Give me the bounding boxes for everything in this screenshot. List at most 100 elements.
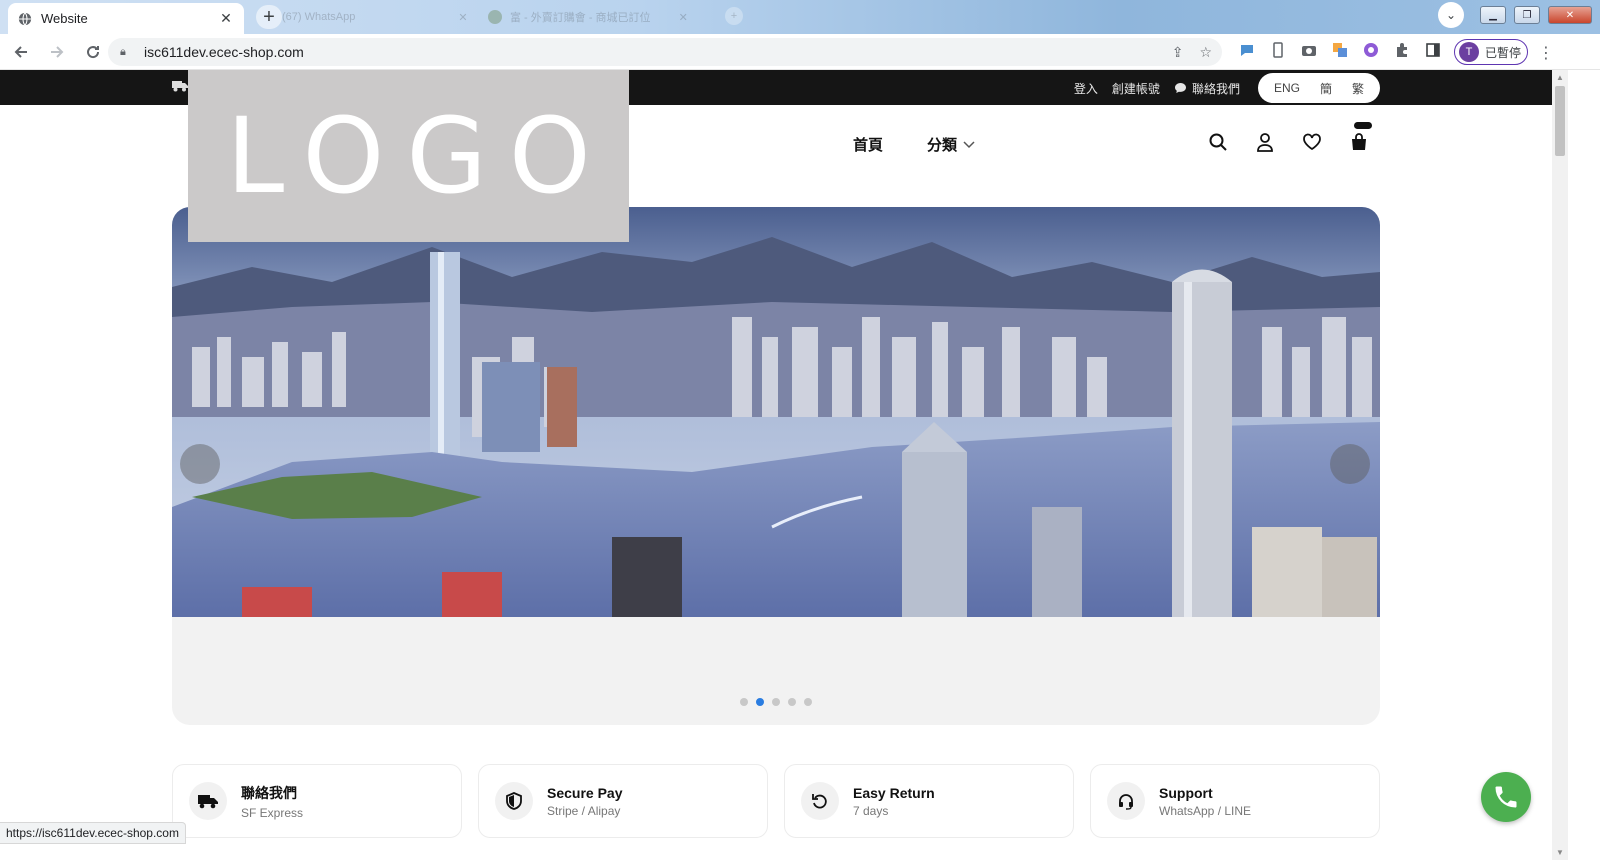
hero-carousel bbox=[172, 207, 1380, 725]
chat-extension-icon[interactable] bbox=[1238, 41, 1256, 59]
return-icon bbox=[801, 782, 839, 820]
feature-card-shipping: 聯絡我們 SF Express bbox=[172, 764, 462, 838]
feature-title: 聯絡我們 bbox=[241, 784, 297, 801]
scrollbar-thumb[interactable] bbox=[1555, 86, 1565, 156]
tab-close-icon[interactable]: ✕ bbox=[458, 11, 467, 24]
forward-button[interactable] bbox=[42, 37, 72, 67]
background-tab-shop[interactable]: 富 - 外賣訂購會 - 商城已訂位 ✕ bbox=[488, 7, 688, 27]
search-icon[interactable] bbox=[1208, 132, 1228, 152]
logo-text: LOGO bbox=[226, 95, 613, 217]
page-viewport: 登入 創建帳號 聯絡我們 ENG 簡 繁 LOGO 首頁 分類 聯絡我們 SF … bbox=[0, 70, 1552, 860]
lang-simplified[interactable]: 簡 bbox=[1310, 80, 1342, 97]
shield-icon bbox=[495, 782, 533, 820]
lang-traditional[interactable]: 繁 bbox=[1342, 80, 1374, 97]
address-bar[interactable]: 🔒︎ isc611dev.ecec-shop.com ⇪ ☆ bbox=[108, 38, 1222, 66]
carousel-dot[interactable] bbox=[788, 698, 796, 706]
nav-categories[interactable]: 分類 bbox=[927, 134, 975, 155]
header-actions bbox=[1208, 122, 1372, 157]
reload-icon bbox=[87, 45, 100, 58]
lang-eng[interactable]: ENG bbox=[1264, 81, 1310, 95]
feature-card-support: Support WhatsApp / LINE bbox=[1090, 764, 1380, 838]
close-window-button[interactable]: ✕ bbox=[1548, 6, 1592, 24]
chevron-down-icon bbox=[963, 140, 975, 148]
browser-toolbar: 🔒︎ isc611dev.ecec-shop.com ⇪ ☆ T 已暫停 ⋮ bbox=[0, 34, 1600, 70]
login-link[interactable]: 登入 bbox=[1074, 80, 1098, 97]
tab-close-icon[interactable]: ✕ bbox=[679, 11, 688, 24]
browser-menu-icon[interactable]: ⋮ bbox=[1538, 43, 1554, 63]
feature-subtitle: WhatsApp / LINE bbox=[1159, 803, 1252, 818]
truck-icon bbox=[189, 782, 227, 820]
link-status-bar: https://isc611dev.ecec-shop.com bbox=[0, 822, 186, 844]
headset-icon bbox=[1107, 782, 1145, 820]
nav-home[interactable]: 首頁 bbox=[853, 134, 883, 155]
features-row: 聯絡我們 SF Express Secure Pay Stripe / Alip… bbox=[172, 764, 1380, 838]
scroll-down-icon[interactable]: ▼ bbox=[1556, 848, 1564, 857]
forward-arrow-icon bbox=[51, 45, 64, 58]
share-icon[interactable]: ⇪ bbox=[1172, 44, 1184, 61]
cart-badge bbox=[1354, 122, 1372, 129]
feature-card-easy-return: Easy Return 7 days bbox=[784, 764, 1074, 838]
ghost-new-tab-icon: + bbox=[725, 7, 743, 25]
reload-button[interactable] bbox=[78, 37, 108, 67]
favicon-icon bbox=[488, 10, 502, 24]
carousel-dots bbox=[740, 698, 812, 706]
back-button[interactable] bbox=[6, 37, 36, 67]
shopping-bag-icon bbox=[1352, 133, 1366, 150]
nav-categories-label: 分類 bbox=[927, 137, 958, 154]
extension-circle-icon[interactable] bbox=[1362, 41, 1380, 59]
truck-icon bbox=[172, 80, 188, 95]
register-link[interactable]: 創建帳號 bbox=[1112, 80, 1160, 97]
carousel-dot[interactable] bbox=[772, 698, 780, 706]
feature-subtitle: SF Express bbox=[241, 805, 304, 820]
feature-subtitle: 7 days bbox=[853, 803, 889, 818]
background-tab-title: (67) WhatsApp bbox=[282, 11, 356, 23]
user-account-icon[interactable] bbox=[1255, 132, 1275, 152]
profile-status: 已暫停 bbox=[1485, 45, 1522, 60]
browser-tab-active[interactable]: Website ✕ bbox=[8, 3, 244, 34]
feature-title: Support bbox=[1159, 784, 1213, 801]
avatar: T bbox=[1459, 42, 1479, 62]
heart-wishlist-icon[interactable] bbox=[1302, 132, 1322, 152]
minimize-button[interactable]: ▁ bbox=[1480, 6, 1506, 24]
puzzle-extensions-icon[interactable] bbox=[1393, 41, 1411, 59]
profile-button[interactable]: T 已暫停 bbox=[1454, 39, 1528, 65]
carousel-dot[interactable] bbox=[740, 698, 748, 706]
new-tab-button[interactable]: + bbox=[256, 5, 282, 29]
carousel-dot[interactable] bbox=[804, 698, 812, 706]
camera-extension-icon[interactable] bbox=[1300, 41, 1318, 59]
tab-search-button[interactable]: ⌄ bbox=[1438, 2, 1464, 28]
phone-extension-icon[interactable] bbox=[1269, 41, 1287, 59]
carousel-dot-active[interactable] bbox=[756, 698, 764, 706]
tab-title: Website bbox=[41, 11, 88, 26]
feature-subtitle: Stripe / Alipay bbox=[547, 803, 621, 818]
lock-icon: 🔒︎ bbox=[120, 45, 126, 58]
site-logo[interactable]: LOGO bbox=[188, 70, 629, 242]
contact-link[interactable]: 聯絡我們 bbox=[1174, 80, 1240, 97]
main-nav: 首頁 分類 bbox=[853, 134, 975, 155]
back-arrow-icon bbox=[14, 45, 27, 58]
translate-extension-icon[interactable] bbox=[1331, 41, 1349, 59]
page-scrollbar[interactable]: ▲ ▼ bbox=[1552, 70, 1568, 860]
phone-icon bbox=[1495, 786, 1517, 808]
feature-title: Secure Pay bbox=[547, 784, 623, 801]
bookmark-star-icon[interactable]: ☆ bbox=[1199, 44, 1212, 61]
contact-link-label: 聯絡我們 bbox=[1191, 81, 1240, 96]
feature-card-secure-pay: Secure Pay Stripe / Alipay bbox=[478, 764, 768, 838]
hero-image-hong-kong-skyline bbox=[172, 207, 1380, 617]
scroll-up-icon[interactable]: ▲ bbox=[1556, 73, 1564, 82]
background-tab-whatsapp[interactable]: (67) WhatsApp ✕ bbox=[282, 7, 468, 27]
carousel-prev-button[interactable] bbox=[180, 444, 220, 484]
background-tab-title: 富 - 外賣訂購會 - 商城已訂位 bbox=[510, 12, 651, 24]
globe-icon bbox=[18, 12, 32, 25]
address-url: isc611dev.ecec-shop.com bbox=[144, 44, 304, 60]
call-phone-button[interactable] bbox=[1481, 772, 1531, 822]
cart-button[interactable] bbox=[1349, 122, 1372, 157]
feature-title: Easy Return bbox=[853, 784, 935, 801]
restore-button[interactable]: ❐ bbox=[1514, 6, 1540, 24]
browser-tabstrip: Website ✕ + (67) WhatsApp ✕ 富 - 外賣訂購會 - 商… bbox=[0, 0, 1600, 34]
carousel-next-button[interactable] bbox=[1330, 444, 1370, 484]
chat-bubble-icon bbox=[1174, 83, 1186, 93]
side-panel-icon[interactable] bbox=[1424, 41, 1442, 59]
language-switcher: ENG 簡 繁 bbox=[1257, 73, 1380, 103]
tab-close-icon[interactable]: ✕ bbox=[218, 10, 234, 27]
